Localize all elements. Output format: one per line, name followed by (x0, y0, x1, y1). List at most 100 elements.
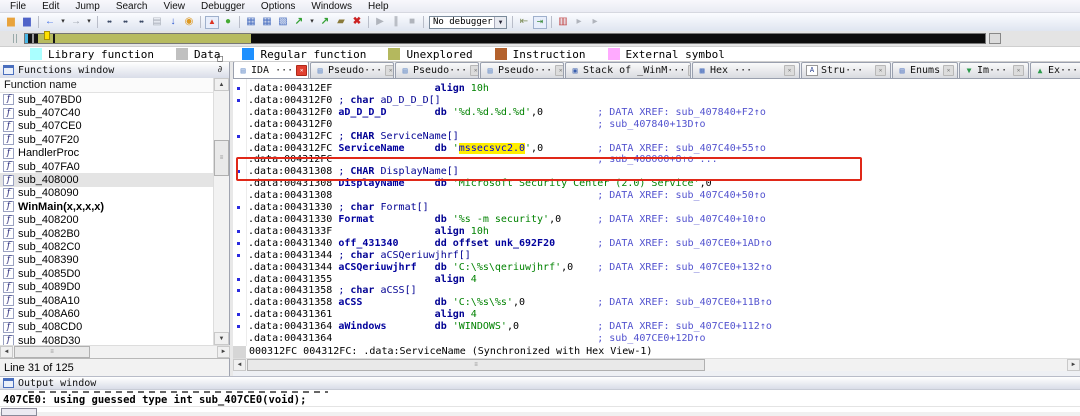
tab-ida-0[interactable]: ▤IDA ···✕ (233, 62, 309, 78)
lens-icon[interactable]: ◉ (182, 15, 196, 29)
asm-line[interactable]: .data:004312F0 ; char aD_D_D_D[] (248, 95, 1080, 107)
asm-line[interactable]: .data:004312F0 ; sub_407840+13D↑o (248, 119, 1080, 131)
chart-window-icon-1[interactable]: ▦ (244, 15, 258, 29)
dock-grip[interactable] (13, 34, 19, 43)
scroll-right-arrow[interactable]: ► (1067, 359, 1080, 371)
tab-pseudo-3[interactable]: ▤Pseudo···✕ (480, 62, 564, 78)
tab-close-icon[interactable]: ✕ (875, 65, 886, 76)
binoculars-search-bin-icon[interactable]: ●● (134, 15, 148, 29)
function-list-vscrollbar[interactable]: ▲ ≡ ▼ (213, 78, 229, 345)
asm-line[interactable]: .data:00431355 align 4 (248, 274, 1080, 286)
perf-chart-icon[interactable]: ▥ (556, 15, 570, 29)
function-row-sub-4082c0[interactable]: fsub_4082C0 (0, 240, 213, 253)
menu-search[interactable]: Search (108, 0, 156, 13)
asm-line[interactable]: .data:00431361 align 4 (248, 309, 1080, 321)
asm-line[interactable]: .data:004312F0 aD_D_D_D db '%d.%d.%d.%d'… (248, 107, 1080, 119)
asm-line[interactable]: .data:00431364 ; sub_407CE0+12D↑o (248, 333, 1080, 345)
scroll-left-arrow[interactable]: ◄ (233, 359, 246, 371)
asm-line[interactable]: .data:004312EF align 10h (248, 83, 1080, 95)
function-row-sub-408090[interactable]: fsub_408090 (0, 187, 213, 200)
tab-close-icon[interactable]: ✕ (385, 65, 394, 76)
binoculars-search-icon[interactable]: ●● (102, 15, 116, 29)
play-icon[interactable]: ▶ (373, 15, 387, 29)
edit-pencil-icon[interactable]: ▰ (334, 15, 348, 29)
function-row-sub-408d30[interactable]: fsub_408D30 (0, 334, 213, 345)
float-button[interactable]: ∂ (214, 65, 226, 76)
asm-line[interactable]: .data:004312FC ; sub_408000+8↑o ... (248, 154, 1080, 166)
navigation-band[interactable] (24, 33, 986, 44)
tab-close-icon[interactable]: ✕ (943, 65, 954, 76)
function-list-hscrollbar[interactable]: ◄ ≡ ► (0, 345, 230, 358)
breakpoint-icon-2[interactable]: ▸ (588, 15, 602, 29)
scroll-right-arrow[interactable]: ► (217, 346, 230, 358)
tab-close-icon[interactable]: ✕ (1013, 65, 1024, 76)
tab-enums-7[interactable]: ▤Enums✕ (892, 62, 958, 78)
asm-line[interactable]: .data:00431330 ; char Format[] (248, 202, 1080, 214)
function-row-sub-407bd0[interactable]: fsub_407BD0 (0, 93, 213, 106)
function-row-sub-407f20[interactable]: fsub_407F20 (0, 133, 213, 146)
function-row-sub-408a10[interactable]: fsub_408A10 (0, 294, 213, 307)
function-row-winmain-x-x-x-x[interactable]: fWinMain(x,x,x,x) (0, 200, 213, 213)
function-name-column-header[interactable]: Function name (0, 78, 213, 93)
forward-history-caret-icon[interactable]: ▾ (85, 15, 93, 29)
tab-hex-5[interactable]: ▩Hex ···✕ (692, 62, 800, 78)
function-row-sub-4082b0[interactable]: fsub_4082B0 (0, 227, 213, 240)
function-row-sub-408a60[interactable]: fsub_408A60 (0, 307, 213, 320)
scroll-left-arrow[interactable]: ◄ (0, 346, 13, 358)
trace-arrow-icon[interactable]: ↗ (292, 15, 306, 29)
asm-line[interactable]: .data:00431344 ; char aCSQeriuwjhrf[] (248, 250, 1080, 262)
tab-close-icon[interactable]: ✕ (470, 65, 479, 76)
chevron-down-icon[interactable]: ▼ (494, 17, 506, 28)
navigate-forward-icon[interactable]: → (69, 15, 83, 29)
menu-windows[interactable]: Windows (303, 0, 360, 13)
debugger-selector-combo[interactable]: No debugger▼ (429, 16, 507, 29)
chart-edit-icon[interactable]: ▧ (276, 15, 290, 29)
tab-im-8[interactable]: ▼Im···✕ (959, 62, 1029, 78)
menu-file[interactable]: File (2, 0, 34, 13)
asm-line[interactable]: .data:00431358 aCSS db 'C:\%s\%s',0 ; DA… (248, 297, 1080, 309)
tab-stack-of-winm-4[interactable]: ▣Stack of _WinM···✕ (565, 62, 691, 78)
disassembly-hscrollbar[interactable]: ◄ ≡ ► (233, 358, 1080, 371)
tab-pseudo-1[interactable]: ▤Pseudo···✕ (310, 62, 394, 78)
function-row-sub-407c40[interactable]: fsub_407C40 (0, 106, 213, 119)
chart-window-icon-2[interactable]: ▦ (260, 15, 274, 29)
stop-icon[interactable]: ■ (405, 15, 419, 29)
menu-jump[interactable]: Jump (67, 0, 107, 13)
menu-edit[interactable]: Edit (34, 0, 67, 13)
tab-pseudo-2[interactable]: ▤Pseudo···✕ (395, 62, 479, 78)
asm-line[interactable]: .data:0043133F align 10h (248, 226, 1080, 238)
function-row-sub-4089d0[interactable]: fsub_4089D0 (0, 280, 213, 293)
hscroll-thumb[interactable]: ≡ (247, 359, 705, 371)
asm-line[interactable]: .data:004312FC ServiceName db 'mssecsvc2… (248, 143, 1080, 155)
back-history-caret-icon[interactable]: ▾ (59, 15, 67, 29)
function-row-sub-408200[interactable]: fsub_408200 (0, 214, 213, 227)
function-row-handlerproc[interactable]: fHandlerProc (0, 147, 213, 160)
tab-close-icon[interactable]: ✕ (296, 65, 307, 76)
window-snapshot-icon[interactable]: ▲ (205, 16, 219, 29)
step-out-icon[interactable]: ⇤ (517, 15, 531, 29)
function-row-sub-408390[interactable]: fsub_408390 (0, 254, 213, 267)
disassembly-view[interactable]: .data:004312EF align 10h.data:004312F0 ;… (233, 79, 1080, 346)
function-row-sub-407ce0[interactable]: fsub_407CE0 (0, 120, 213, 133)
menu-help[interactable]: Help (360, 0, 397, 13)
function-row-sub-408000[interactable]: fsub_408000 (0, 173, 213, 186)
trace-arrow2-icon[interactable]: ↗ (318, 15, 332, 29)
trace-caret-icon[interactable]: ▾ (308, 15, 316, 29)
binoculars-search-text-icon[interactable]: ●● (118, 15, 132, 29)
menu-options[interactable]: Options (253, 0, 303, 13)
function-row-sub-407fa0[interactable]: fsub_407FA0 (0, 160, 213, 173)
jump-address-icon[interactable]: ↓ (166, 15, 180, 29)
asm-line[interactable]: .data:00431364 aWindows db 'WINDOWS',0 ;… (248, 321, 1080, 333)
asm-line[interactable]: .data:00431308 ; DATA XREF: sub_407C40+5… (248, 190, 1080, 202)
tab-close-icon[interactable]: ✕ (688, 65, 691, 76)
menu-view[interactable]: View (156, 0, 194, 13)
navigate-back-icon[interactable]: ← (43, 15, 57, 29)
scroll-down-arrow[interactable]: ▼ (214, 332, 229, 345)
asm-line[interactable]: .data:004312FC ; CHAR ServiceName[] (248, 131, 1080, 143)
asm-line[interactable]: .data:00431358 ; char aCSS[] (248, 285, 1080, 297)
asm-line[interactable]: .data:00431308 DisplayName db 'Microsoft… (248, 178, 1080, 190)
asm-line[interactable]: .data:00431340 off_431340 dd offset unk_… (248, 238, 1080, 250)
run-analysis-icon[interactable]: ● (221, 15, 235, 29)
command-input-box[interactable] (1, 408, 37, 416)
step-into-icon[interactable]: ⇥ (533, 16, 547, 29)
